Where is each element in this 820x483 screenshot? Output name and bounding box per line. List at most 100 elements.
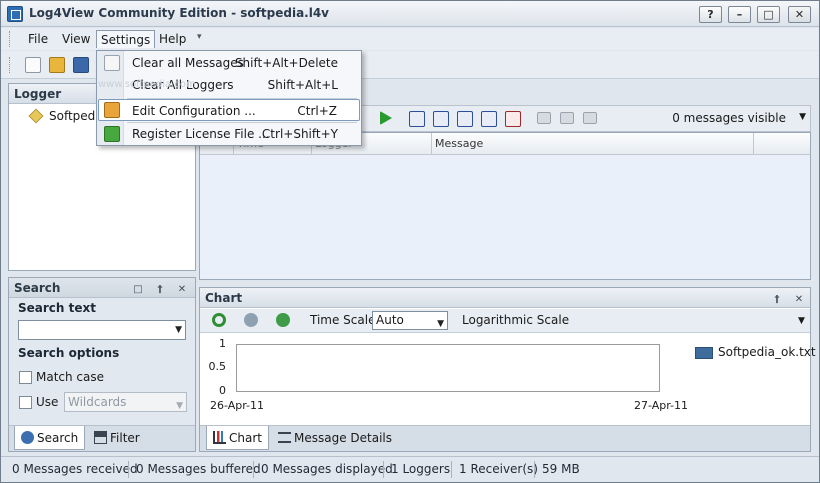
- level-filter-icon[interactable]: [433, 111, 449, 127]
- menu-bar: File View Settings Help ▾: [1, 28, 819, 50]
- search-tabbar: Search Filter: [9, 425, 195, 451]
- lock-icon: [104, 126, 120, 142]
- menu-item-edit-configuration[interactable]: Edit Configuration ... Ctrl+Z: [98, 99, 360, 121]
- status-loggers: 1 Loggers: [391, 462, 451, 476]
- watermark: www.softpedia.com: [98, 79, 196, 90]
- chart-panel: Chart † ✕ Time Scale Auto ▼ Logarithmic …: [199, 287, 816, 452]
- list-icon: [278, 432, 291, 443]
- tab-message-details-label: Message Details: [294, 431, 393, 445]
- menu-item-shortcut: Shift+Alt+Delete: [234, 56, 338, 70]
- level-filter-icon[interactable]: [409, 111, 425, 127]
- panel-close-icon[interactable]: ✕: [792, 290, 806, 310]
- menu-item-shortcut: Ctrl+Shift+Y: [261, 127, 338, 141]
- use-mode-value: Wildcards: [68, 395, 127, 409]
- search-options-label: Search options: [18, 346, 120, 360]
- use-mode-select[interactable]: Wildcards ▼: [64, 392, 187, 412]
- y-tick-label: 0.5: [208, 360, 227, 373]
- bookmark-icon[interactable]: [537, 112, 551, 124]
- binoculars-icon: [21, 431, 34, 444]
- window-position-icon[interactable]: □: [131, 280, 145, 300]
- menu-grip[interactable]: [9, 31, 12, 47]
- new-file-icon[interactable]: [25, 57, 41, 73]
- status-memory: 59 MB: [542, 462, 580, 476]
- chevron-down-icon[interactable]: ▼: [437, 316, 444, 333]
- use-checkbox[interactable]: [19, 396, 32, 409]
- zoom-in-icon[interactable]: [276, 313, 290, 327]
- column-header-message[interactable]: Message: [432, 133, 754, 155]
- search-text-label: Search text: [18, 301, 96, 315]
- title-bar: Log4View Community Edition - softpedia.l…: [1, 1, 819, 27]
- status-bar: 0 Messages received 0 Messages buffered …: [1, 456, 819, 482]
- menu-item-clear-all-messages[interactable]: Clear all Messages Shift+Alt+Delete: [98, 52, 360, 74]
- status-messages-received: 0 Messages received: [12, 462, 138, 476]
- open-folder-icon[interactable]: [49, 57, 65, 73]
- tab-filter[interactable]: Filter: [88, 426, 146, 450]
- search-panel: Search □ † ✕ Search text ▼ Search option…: [8, 277, 196, 452]
- time-scale-value: Auto: [376, 313, 404, 327]
- use-label: Use: [36, 395, 59, 409]
- search-text-input[interactable]: ▼: [18, 320, 186, 340]
- menu-item-label: Clear all Messages: [132, 56, 244, 70]
- tab-filter-label: Filter: [110, 431, 140, 445]
- y-tick-label: 1: [219, 337, 226, 350]
- chart-toolbar-overflow-icon[interactable]: ▼: [798, 316, 805, 326]
- level-filter-icon[interactable]: [481, 111, 497, 127]
- minimize-button[interactable]: –: [728, 6, 751, 23]
- status-divider: [383, 461, 384, 478]
- messages-visible-count: 0 messages visible: [672, 111, 786, 125]
- chart-icon: [213, 431, 226, 444]
- y-tick-label: 0: [219, 384, 226, 397]
- status-messages-displayed: 0 Messages displayed: [261, 462, 393, 476]
- comment-next-icon[interactable]: [583, 112, 597, 124]
- menu-item-label: Edit Configuration ...: [132, 104, 256, 118]
- time-scale-select[interactable]: Auto ▼: [372, 311, 448, 330]
- status-divider: [253, 461, 254, 478]
- menu-item-shortcut: Shift+Alt+L: [267, 78, 338, 92]
- toolbar-grip[interactable]: [9, 57, 12, 73]
- status-receivers: 1 Receiver(s): [459, 462, 538, 476]
- help-button[interactable]: ?: [699, 6, 722, 23]
- menu-overflow-icon[interactable]: ▾: [197, 32, 202, 42]
- menu-help[interactable]: Help: [155, 30, 190, 48]
- tab-chart[interactable]: Chart: [206, 426, 269, 450]
- close-button[interactable]: ✕: [788, 6, 811, 23]
- panel-close-icon[interactable]: ✕: [175, 280, 189, 300]
- chevron-down-icon[interactable]: ▼: [176, 397, 183, 415]
- tab-search[interactable]: Search: [14, 426, 86, 450]
- legend-swatch: [695, 347, 713, 359]
- level-filter-icon[interactable]: [505, 111, 521, 127]
- chart-plot-area: [236, 344, 660, 392]
- zoom-out-icon[interactable]: [244, 313, 258, 327]
- menu-item-register-license[interactable]: Register License File ... Ctrl+Shift+Y: [98, 123, 360, 145]
- play-icon[interactable]: [380, 111, 392, 125]
- tab-message-details[interactable]: Message Details: [272, 426, 398, 450]
- window-title: Log4View Community Edition - softpedia.l…: [29, 6, 330, 20]
- status-divider: [128, 461, 129, 478]
- comment-icon[interactable]: [560, 112, 574, 124]
- log-scale-toggle[interactable]: Logarithmic Scale: [462, 313, 569, 327]
- chevron-down-icon[interactable]: ▼: [175, 325, 182, 335]
- refresh-icon[interactable]: [212, 313, 226, 327]
- message-grid[interactable]: Time Logger Message: [199, 132, 811, 280]
- x-tick-label: 26-Apr-11: [210, 399, 265, 412]
- wrench-icon: [104, 102, 120, 118]
- tree-item-softpedia[interactable]: Softpedia: [28, 107, 106, 125]
- tab-search-label: Search: [37, 431, 79, 445]
- status-messages-buffered: 0 Messages buffered: [136, 462, 261, 476]
- time-scale-label: Time Scale: [310, 313, 376, 327]
- toolbar-overflow-icon[interactable]: ▼: [799, 112, 806, 122]
- search-panel-header: Search □ † ✕: [9, 278, 195, 298]
- x-tick-label: 27-Apr-11: [634, 399, 689, 412]
- save-icon[interactable]: [73, 57, 89, 73]
- tab-chart-label: Chart: [229, 431, 262, 445]
- chart-panel-title: Chart: [205, 291, 243, 305]
- maximize-button[interactable]: □: [757, 6, 780, 23]
- menu-file[interactable]: File: [24, 30, 52, 48]
- match-case-checkbox[interactable]: [19, 371, 32, 384]
- pin-icon[interactable]: †: [770, 290, 784, 310]
- menu-settings[interactable]: Settings: [96, 30, 156, 48]
- menu-view[interactable]: View: [58, 30, 94, 48]
- pin-icon[interactable]: †: [153, 280, 167, 300]
- menu-item-shortcut: Ctrl+Z: [297, 104, 337, 118]
- level-filter-icon[interactable]: [457, 111, 473, 127]
